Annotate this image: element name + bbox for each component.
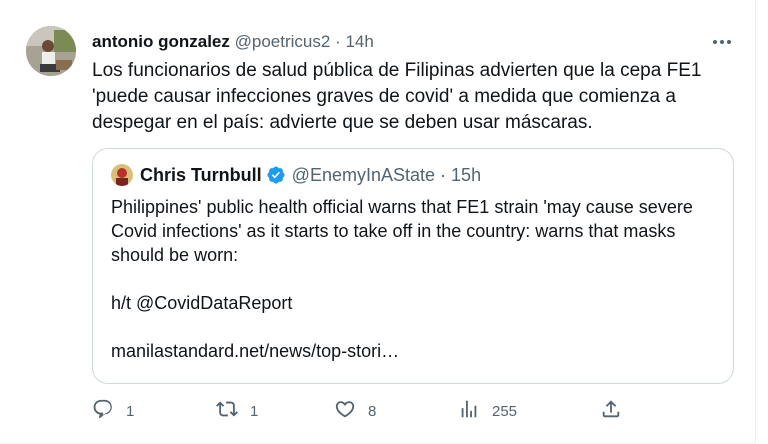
separator: · — [440, 165, 447, 185]
views-button[interactable]: 255 — [458, 398, 517, 424]
like-button[interactable]: 8 — [334, 398, 376, 424]
reply-icon — [92, 398, 114, 424]
reply-count: 1 — [126, 402, 135, 420]
quote-link[interactable]: manilastandard.net/news/top-stori… — [111, 339, 711, 363]
views-count: 255 — [492, 402, 518, 420]
verified-badge-icon — [266, 165, 286, 185]
tweet-card[interactable]: antonio gonzalez @poetricus2 · 14h Los f… — [0, 0, 768, 444]
separator: · — [335, 32, 341, 51]
quoted-tweet[interactable]: Chris Turnbull @EnemyInAState · 15h Phil… — [92, 148, 734, 384]
avatar[interactable] — [26, 26, 76, 76]
tweet-text: Los funcionarios de salud pública de Fil… — [92, 60, 702, 133]
retweet-count: 1 — [250, 402, 259, 420]
reply-button[interactable]: 1 — [92, 398, 134, 424]
quote-text: Philippines' public health official warn… — [111, 195, 711, 363]
heart-icon — [334, 398, 356, 424]
quote-timestamp[interactable]: 15h — [451, 164, 481, 186]
share-icon — [600, 398, 622, 424]
quote-author-name[interactable]: Chris Turnbull — [140, 164, 262, 186]
quote-hat-tip[interactable]: h/t @CovidDataReport — [111, 291, 711, 315]
action-bar: 1 1 8 255 — [92, 398, 632, 424]
tweet-header: antonio gonzalez @poetricus2 · 14h — [92, 31, 708, 53]
author-name[interactable]: antonio gonzalez — [92, 32, 230, 51]
divider — [755, 0, 756, 444]
retweet-button[interactable]: 1 — [216, 398, 258, 424]
quote-text-body: Philippines' public health official warn… — [111, 197, 693, 265]
views-icon — [458, 398, 480, 424]
quote-author-handle[interactable]: @EnemyInAState — [292, 164, 435, 186]
timestamp[interactable]: 14h — [345, 32, 373, 51]
like-count: 8 — [368, 402, 377, 420]
more-dots-icon[interactable] — [710, 31, 734, 53]
author-handle[interactable]: @poetricus2 — [235, 32, 331, 51]
quote-avatar[interactable] — [111, 164, 133, 186]
retweet-icon — [216, 398, 238, 424]
share-button[interactable] — [600, 398, 622, 424]
quote-header: Chris Turnbull @EnemyInAState · 15h — [111, 164, 717, 186]
